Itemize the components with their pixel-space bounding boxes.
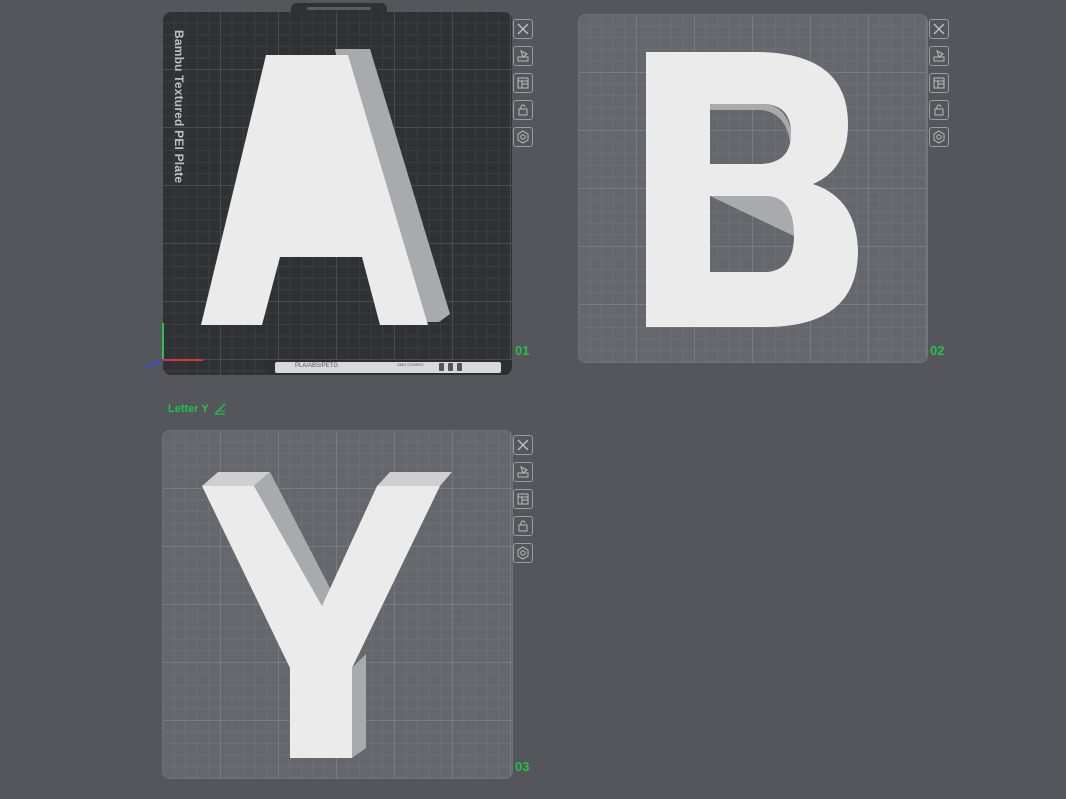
object-label[interactable]: Letter Y xyxy=(168,403,226,415)
plate-1-arrange-button[interactable] xyxy=(513,73,533,93)
close-icon xyxy=(933,23,945,35)
lock-icon xyxy=(518,520,528,532)
arrange-icon xyxy=(517,77,529,89)
plate-2-number: 02 xyxy=(930,343,945,358)
close-icon xyxy=(517,439,529,451)
plate-1-toolbar xyxy=(513,19,535,154)
plate-3-close-button[interactable] xyxy=(513,435,533,455)
plate-2-auto-orient-button[interactable] xyxy=(929,46,949,66)
edit-icon[interactable] xyxy=(214,403,226,415)
plate-1-auto-orient-button[interactable] xyxy=(513,46,533,66)
plate-3-number: 03 xyxy=(515,759,530,774)
auto-orient-icon xyxy=(517,466,529,478)
plate-3-toolbar xyxy=(513,435,535,570)
letter-b-model[interactable] xyxy=(578,14,926,361)
plate-3-arrange-button[interactable] xyxy=(513,489,533,509)
plate-1-close-button[interactable] xyxy=(513,19,533,39)
auto-orient-icon xyxy=(933,50,945,62)
plate-2-lock-button[interactable] xyxy=(929,100,949,120)
plate-1-number: 01 xyxy=(515,343,530,358)
settings-icon xyxy=(517,546,529,560)
settings-icon xyxy=(517,130,529,144)
plate-2-close-button[interactable] xyxy=(929,19,949,39)
arrange-icon xyxy=(933,77,945,89)
lock-icon xyxy=(518,104,528,116)
plate-1-lock-button[interactable] xyxy=(513,100,533,120)
close-icon xyxy=(517,23,529,35)
plate-3-auto-orient-button[interactable] xyxy=(513,462,533,482)
plate-2-arrange-button[interactable] xyxy=(929,73,949,93)
arrange-icon xyxy=(517,493,529,505)
letter-a-model[interactable] xyxy=(163,12,512,375)
auto-orient-icon xyxy=(517,50,529,62)
plate-3-settings-button[interactable] xyxy=(513,543,533,563)
plate-1-settings-button[interactable] xyxy=(513,127,533,147)
lock-icon xyxy=(934,104,944,116)
plate-2-settings-button[interactable] xyxy=(929,127,949,147)
object-label-text: Letter Y xyxy=(168,403,209,415)
settings-icon xyxy=(933,130,945,144)
letter-y-model[interactable] xyxy=(162,430,511,777)
plate-2-toolbar xyxy=(929,19,951,154)
plate-3-lock-button[interactable] xyxy=(513,516,533,536)
